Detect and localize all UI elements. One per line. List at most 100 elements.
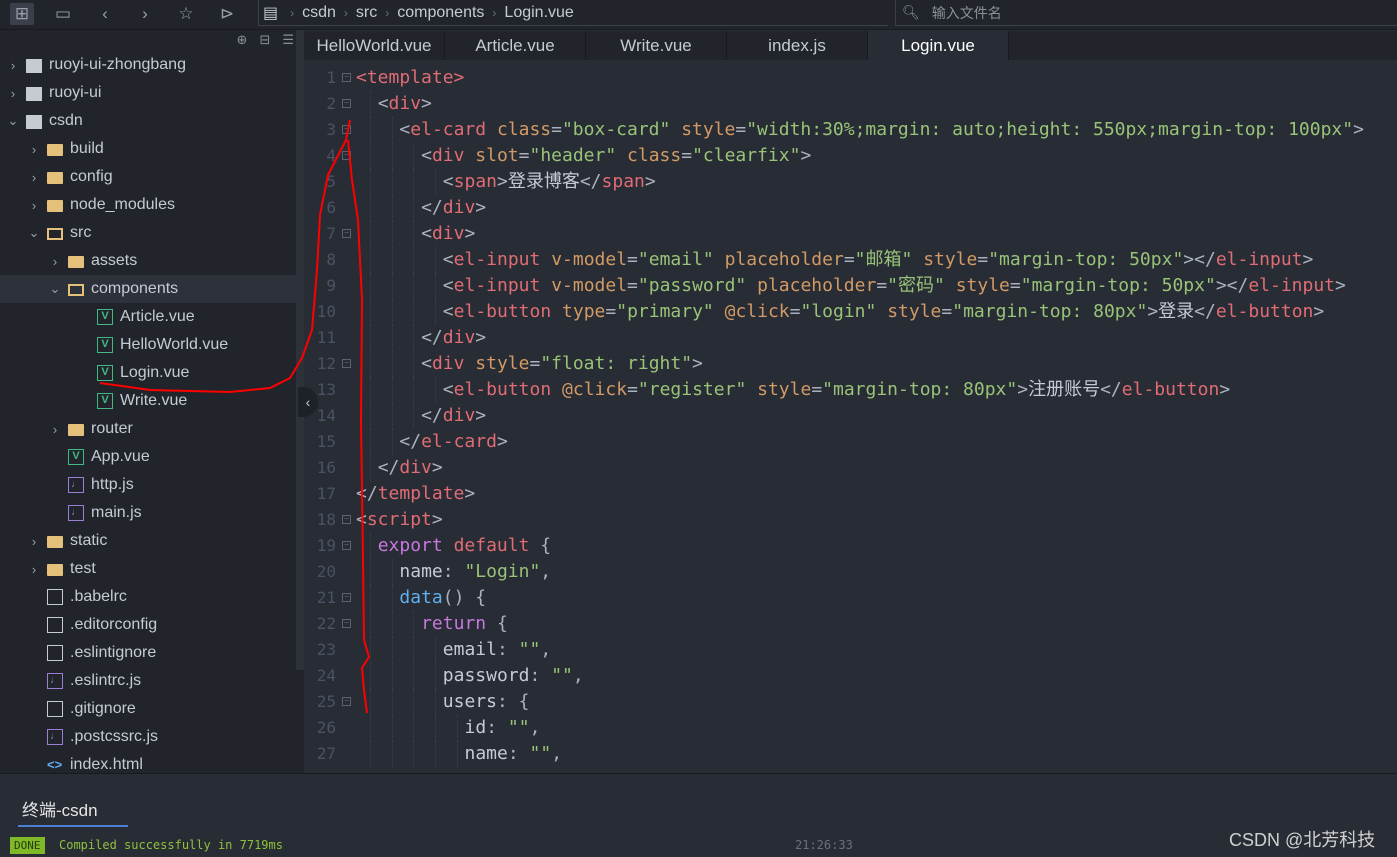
tree-item-label: config	[70, 168, 113, 185]
tree-item[interactable]: › ruoyi-ui-zhongbang	[0, 51, 296, 79]
star-icon[interactable]: ☆	[174, 3, 198, 25]
tree-item[interactable]: › static	[0, 527, 296, 555]
code-token: style	[475, 353, 530, 374]
tab-write-vue[interactable]: Write.vue	[586, 31, 727, 60]
indent-guide	[434, 663, 436, 689]
chevron-down-icon[interactable]: ⌄	[27, 225, 41, 241]
tree-item[interactable]: › test	[0, 555, 296, 583]
tree-item-label: csdn	[49, 112, 83, 129]
tab-login-vue[interactable]: Login.vue	[868, 31, 1009, 60]
chevron-right-icon[interactable]: ›	[48, 422, 62, 437]
chevron-right-icon[interactable]: ›	[27, 562, 41, 577]
fold-icon[interactable]: −	[342, 99, 351, 108]
tree-item[interactable]: ⌄ csdn	[0, 107, 296, 135]
chevron-right-icon[interactable]: ›	[27, 534, 41, 549]
line-number: 27	[316, 744, 336, 763]
terminal-tab[interactable]: 终端-csdn	[18, 796, 128, 827]
line-number: 17	[316, 484, 336, 503]
fold-icon[interactable]: −	[342, 359, 351, 368]
tree-item[interactable]: ♩ http.js	[0, 471, 296, 499]
collapse-all-icon[interactable]: ⊟	[259, 32, 270, 48]
fold-icon[interactable]: −	[342, 541, 351, 550]
tree-item[interactable]: › config	[0, 163, 296, 191]
tree-item[interactable]: V Login.vue	[0, 359, 296, 387]
breadcrumb-item[interactable]: csdn	[302, 4, 336, 22]
tree-item[interactable]: .editorconfig	[0, 611, 296, 639]
tab-index-js[interactable]: index.js	[727, 31, 868, 60]
tree-item[interactable]: ⌄ src	[0, 219, 296, 247]
fold-icon[interactable]: −	[342, 73, 351, 82]
code-text: <el-input v-model="email" placeholder="邮…	[443, 247, 1314, 273]
code-token: >	[644, 171, 656, 192]
fold-icon[interactable]: −	[342, 151, 351, 160]
tree-item[interactable]: .babelrc	[0, 583, 296, 611]
chevron-right-icon[interactable]: ›	[27, 142, 41, 157]
code-text: <script>	[356, 507, 443, 533]
chevron-right-icon[interactable]: ›	[6, 86, 20, 101]
breadcrumb-item[interactable]: src	[356, 4, 377, 22]
fold-icon[interactable]: −	[342, 619, 351, 628]
new-file-icon[interactable]: ⊞	[10, 3, 34, 25]
tree-item[interactable]: ⌄ components	[0, 275, 296, 303]
file-explorer: ⊕ ⊟ ☰ › ruoyi-ui-zhongbang › ruoyi-ui ⌄ csdn ›…	[0, 30, 304, 773]
tree-item[interactable]: › router	[0, 415, 296, 443]
chevron-right-icon[interactable]: ›	[48, 254, 62, 269]
tree-item[interactable]: › build	[0, 135, 296, 163]
tree-item[interactable]: › ruoyi-ui	[0, 79, 296, 107]
code-token: el-button	[1121, 379, 1220, 400]
tree-item[interactable]: .gitignore	[0, 695, 296, 723]
tree-item[interactable]: <> index.html	[0, 751, 296, 773]
run-icon[interactable]: ⊳	[215, 3, 239, 25]
code-token: =	[518, 145, 530, 166]
indent-guide	[413, 195, 415, 221]
chevron-right-icon[interactable]: ›	[27, 170, 41, 185]
tree-item[interactable]: V Article.vue	[0, 303, 296, 331]
save-icon[interactable]: ▭	[51, 3, 75, 25]
tree-item[interactable]: ♩ .eslintrc.js	[0, 667, 296, 695]
code-token: <template>	[356, 67, 465, 88]
code-token: script	[366, 509, 432, 530]
chevron-down-icon[interactable]: ⌄	[6, 113, 20, 129]
tree-item[interactable]: ♩ .postcssrc.js	[0, 723, 296, 751]
code-text: </el-card>	[399, 429, 507, 455]
code-token: >	[496, 431, 508, 452]
indent-guide	[434, 377, 436, 403]
breadcrumb: ▤ › csdn › src › components › Login.vue	[258, 0, 888, 26]
fold-icon[interactable]: −	[342, 697, 351, 706]
fold-icon[interactable]: −	[342, 593, 351, 602]
breadcrumb-item[interactable]: components	[397, 4, 484, 22]
code-text: export default {	[378, 533, 551, 559]
code-token: <	[421, 223, 432, 244]
tree-item[interactable]: .eslintignore	[0, 639, 296, 667]
tab-article-vue[interactable]: Article.vue	[445, 31, 586, 60]
chevron-right-icon[interactable]: ›	[6, 58, 20, 73]
back-icon[interactable]: ‹	[93, 3, 117, 25]
fold-icon[interactable]: −	[342, 125, 351, 134]
tree-item[interactable]: V App.vue	[0, 443, 296, 471]
tree-item[interactable]: › assets	[0, 247, 296, 275]
tree-item[interactable]: ♩ main.js	[0, 499, 296, 527]
indent-guide	[369, 247, 371, 273]
fold-icon[interactable]: −	[342, 515, 351, 524]
fold-icon[interactable]: −	[342, 229, 351, 238]
tree-item[interactable]: › node_modules	[0, 191, 296, 219]
file-search-input[interactable]: 🔍︎ 输入文件名	[895, 0, 1397, 26]
tree-item[interactable]: V Write.vue	[0, 387, 296, 415]
code-token: =	[789, 301, 801, 322]
tree-item[interactable]: V HelloWorld.vue	[0, 331, 296, 359]
line-number: 22	[316, 614, 336, 633]
tab-helloworld-vue[interactable]: HelloWorld.vue	[304, 31, 445, 60]
forward-icon[interactable]: ›	[133, 3, 157, 25]
code-text: </template>	[356, 481, 475, 507]
chevron-down-icon[interactable]: ⌄	[48, 281, 62, 297]
indent-guide	[369, 195, 371, 221]
locate-icon[interactable]: ⊕	[237, 32, 248, 48]
menu-icon[interactable]: ☰	[282, 32, 294, 48]
indent-guide	[369, 611, 371, 637]
code-token: name	[399, 561, 443, 582]
code-token: 注册账号	[1028, 379, 1101, 400]
sidebar-scrollbar[interactable]	[296, 30, 304, 670]
breadcrumb-item[interactable]: Login.vue	[504, 4, 573, 22]
code-editor[interactable]: 1− <template> 2− <div> 3− <el-card class="box…	[304, 60, 1397, 773]
chevron-right-icon[interactable]: ›	[27, 198, 41, 213]
